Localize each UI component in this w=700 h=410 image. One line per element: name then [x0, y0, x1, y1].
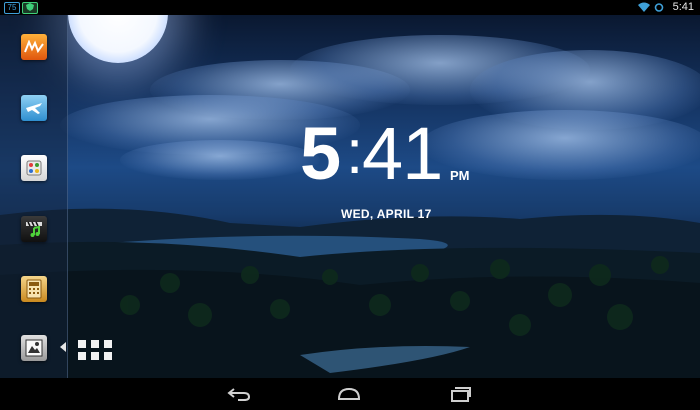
airplane-app[interactable]	[21, 95, 47, 121]
gamepad-icon	[26, 160, 42, 176]
game-app[interactable]	[21, 155, 47, 181]
recent-apps-icon	[451, 387, 471, 402]
back-button[interactable]	[224, 384, 254, 404]
navigation-bar	[0, 378, 700, 410]
video-music-app[interactable]	[21, 216, 47, 242]
home-icon	[337, 387, 361, 400]
clock-ampm: PM	[450, 168, 470, 183]
dock-expand-arrow-icon[interactable]	[60, 342, 66, 352]
moon	[68, 15, 168, 63]
picture-icon	[25, 339, 43, 357]
clock-hour: 5	[300, 112, 342, 195]
clock-minutes: 41	[362, 112, 443, 195]
clock-date: WED, APRIL 17	[341, 207, 432, 221]
wifi-icon	[638, 2, 650, 12]
status-time: 5:41	[672, 1, 694, 13]
calculator-icon	[26, 279, 42, 299]
mp3-icon	[24, 40, 44, 54]
cloud	[120, 140, 320, 180]
shield-icon	[22, 2, 38, 14]
music-app[interactable]	[21, 34, 47, 60]
home-button[interactable]	[334, 384, 364, 404]
airplane-icon	[26, 103, 42, 114]
back-icon	[227, 388, 251, 401]
wallpaper	[0, 15, 700, 378]
app-drawer-button[interactable]	[76, 338, 114, 362]
notification-badge: 75	[4, 2, 20, 14]
calculator-app[interactable]	[21, 276, 47, 302]
clapper-icon	[26, 221, 42, 237]
gallery-app[interactable]	[21, 335, 47, 361]
recent-apps-button[interactable]	[446, 384, 476, 404]
status-bar: 75 5:41	[0, 0, 700, 15]
battery-icon	[654, 3, 664, 12]
clock-separator: :	[346, 118, 364, 187]
app-dock	[0, 15, 68, 378]
